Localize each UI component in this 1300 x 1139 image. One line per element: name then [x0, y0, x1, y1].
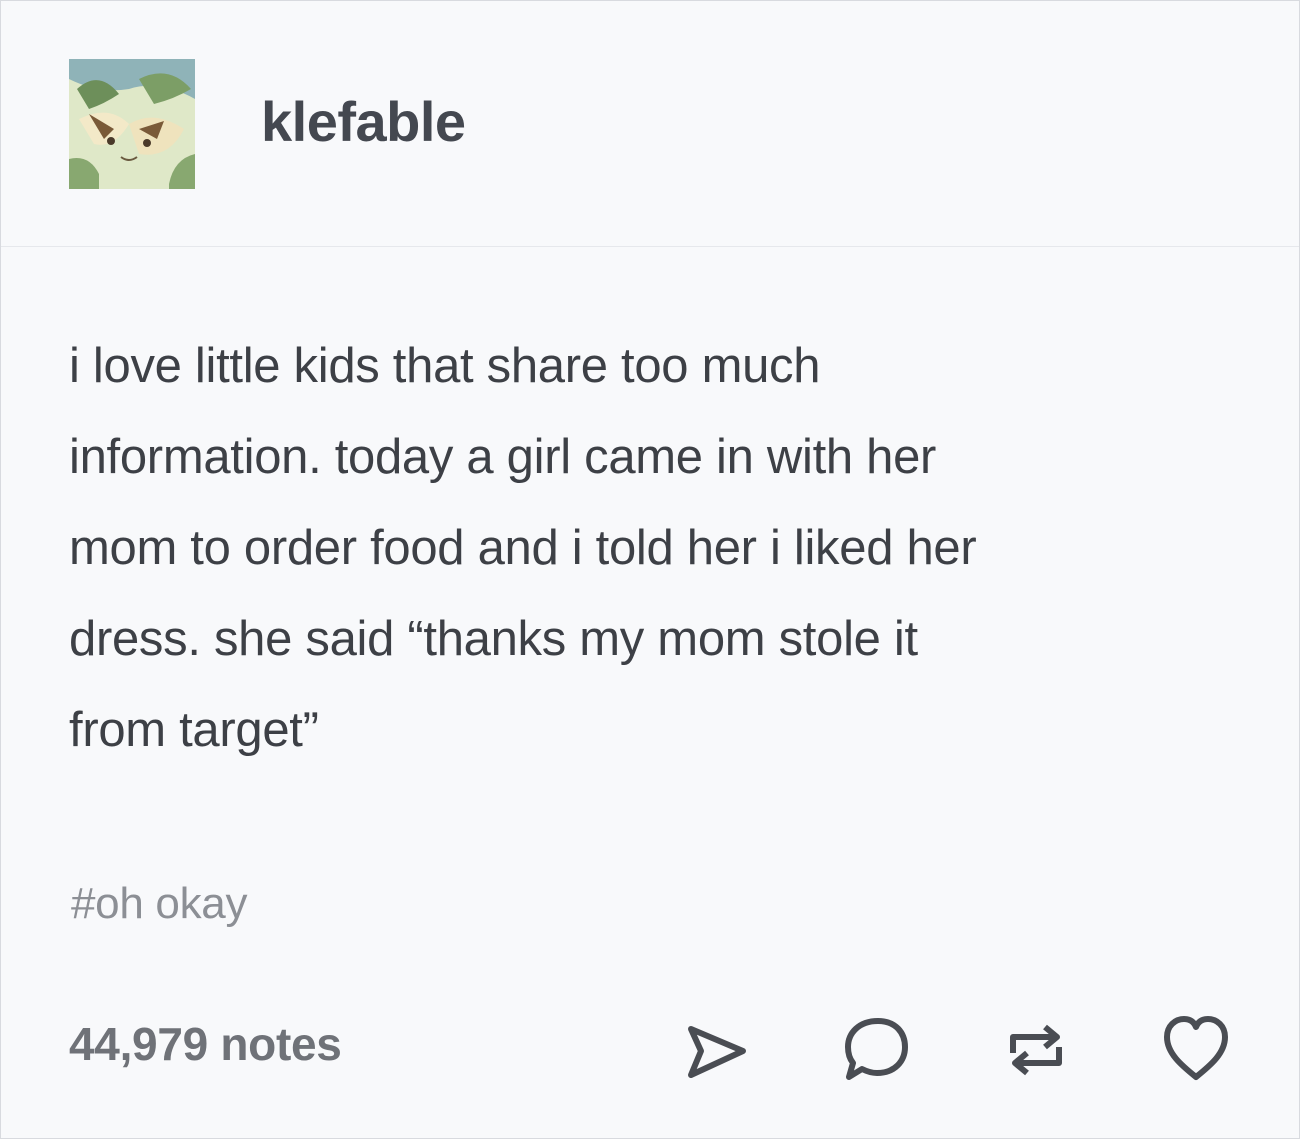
post-body-line: from target” — [69, 703, 319, 757]
post-body: i love little kids that share too much i… — [69, 321, 1249, 776]
like-button[interactable] — [1161, 1011, 1231, 1085]
reblog-icon — [1010, 1024, 1062, 1076]
post-header: klefable — [1, 1, 1299, 247]
tumblr-post: klefable i love little kids that share t… — [0, 0, 1300, 1139]
speech-bubble-icon — [845, 1018, 908, 1080]
reply-button[interactable] — [841, 1011, 911, 1085]
share-button[interactable] — [681, 1013, 751, 1087]
avatar[interactable] — [69, 59, 195, 189]
send-icon — [688, 1026, 746, 1078]
avatar-leafeon-image — [69, 59, 195, 189]
notes-count[interactable]: 44,979 notes — [69, 1017, 342, 1071]
post-body-line: information. today a girl came in with h… — [69, 430, 937, 484]
heart-icon — [1164, 1016, 1228, 1080]
post-body-line: i love little kids that share too much — [69, 339, 821, 393]
post-body-line: dress. she said “thanks my mom stole it — [69, 612, 918, 666]
post-body-line: mom to order food and i told her i liked… — [69, 521, 977, 575]
post-tag[interactable]: #oh okay — [71, 879, 247, 929]
username-link[interactable]: klefable — [261, 89, 466, 154]
reblog-button[interactable] — [1001, 1013, 1071, 1087]
